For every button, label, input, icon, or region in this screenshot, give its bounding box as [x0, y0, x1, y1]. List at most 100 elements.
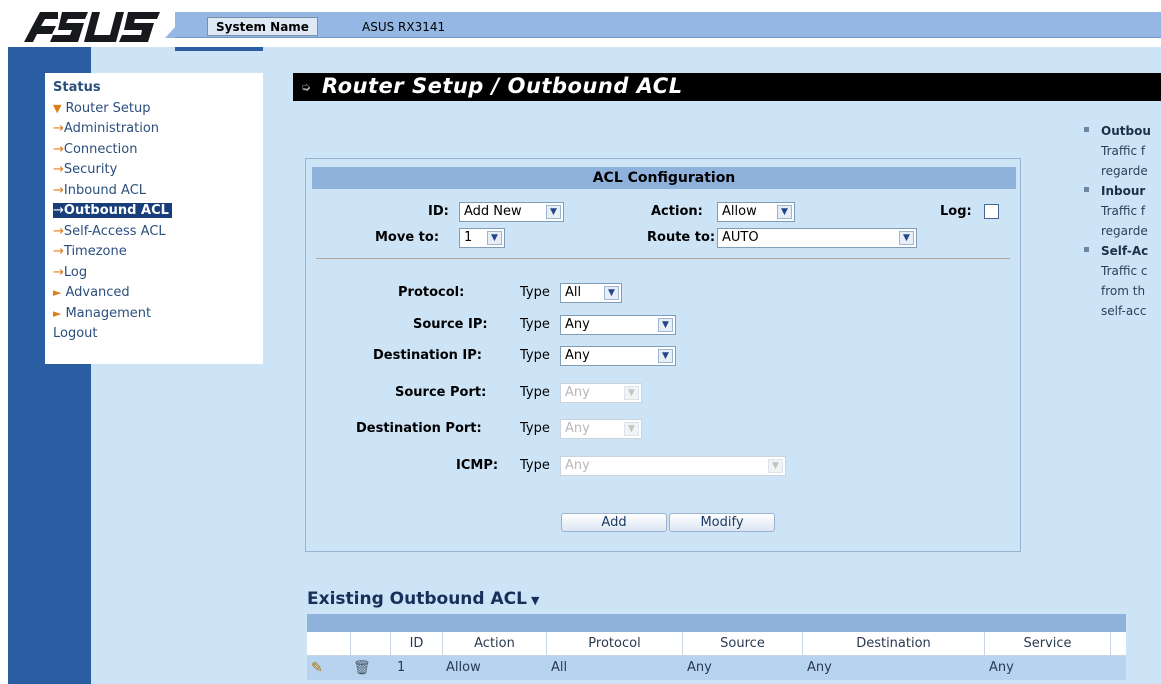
row-id: 1 [397, 660, 406, 675]
log-checkbox[interactable] [984, 204, 999, 219]
icmp-type-word: Type [520, 458, 550, 473]
page-title: Router Setup / Outbound ACL [322, 74, 683, 98]
arrow-right-icon: → [53, 244, 64, 259]
protocol-select[interactable]: All ▼ [560, 283, 622, 303]
id-select[interactable]: Add New ▼ [459, 202, 564, 222]
col-source: Source [683, 632, 803, 656]
sidebar-item-timezone[interactable]: →Timezone [45, 242, 263, 263]
top-bar: System Name ASUS RX3141 [0, 0, 1161, 47]
chevron-down-icon: ▼ [487, 231, 502, 245]
chevron-down-icon: ▼ [768, 459, 783, 473]
source-ip-select[interactable]: Any ▼ [560, 315, 676, 335]
action-label: Action: [651, 204, 703, 219]
square-bullet-icon [1084, 247, 1089, 252]
sidebar-item-administration[interactable]: →Administration [45, 119, 263, 140]
protocol-label: Protocol: [398, 285, 465, 300]
divider [316, 258, 1010, 259]
add-button[interactable]: Add [561, 513, 667, 532]
caret-down-icon: ▼ [530, 594, 540, 607]
triangle-right-icon: ► [53, 286, 62, 299]
sidebar-item-connection[interactable]: →Connection [45, 140, 263, 161]
chevron-down-icon: ▼ [624, 386, 639, 400]
row-destination: Any [807, 660, 832, 675]
table-header-row: ID Action Protocol Source Destination Se… [307, 632, 1126, 656]
sidebar-item-status[interactable]: Status [45, 78, 263, 99]
chevron-down-icon: ▼ [658, 349, 673, 363]
help-panel: Outbou Traffic f regarde Inbour Traffic … [1080, 121, 1161, 321]
arrow-right-icon: → [53, 121, 64, 136]
row-source: Any [687, 660, 712, 675]
col-destination: Destination [803, 632, 985, 656]
arrow-right-icon: → [53, 141, 64, 157]
sidebar-item-logout[interactable]: Logout [45, 324, 263, 345]
destination-port-select[interactable]: Any ▼ [560, 419, 642, 439]
chevron-down-icon: ▼ [604, 286, 619, 300]
sidebar-item-outbound-acl[interactable]: →Outbound ACL [45, 201, 263, 222]
page-title-bar: ➭ Router Setup / Outbound ACL [293, 73, 1161, 101]
sidebar-item-router-setup[interactable]: ▼ Router Setup [45, 99, 263, 120]
sidebar-item-security[interactable]: →Security [45, 160, 263, 181]
menu-top-line [175, 47, 263, 51]
chevron-down-icon: ▼ [658, 318, 673, 332]
source-ip-type-word: Type [520, 317, 550, 332]
acl-configuration-panel: ACL Configuration ID: Add New ▼ Action: A… [305, 158, 1021, 552]
arrow-right-icon: → [53, 264, 64, 280]
arrow-right-icon: → [53, 182, 64, 198]
sidebar-item-management[interactable]: ► Management [45, 304, 263, 325]
system-name-label: System Name [207, 17, 318, 36]
destination-port-label: Destination Port: [356, 421, 482, 436]
log-label: Log: [940, 204, 972, 219]
sidebar-item-self-access-acl[interactable]: →Self-Access ACL [45, 222, 263, 243]
destination-ip-type-word: Type [520, 348, 550, 363]
existing-acl-title[interactable]: Existing Outbound ACL ▼ [307, 589, 539, 609]
icmp-label: ICMP: [456, 458, 499, 473]
source-port-type-word: Type [520, 385, 550, 400]
left-border [0, 0, 8, 684]
row-action: Allow [446, 660, 481, 675]
col-delete [351, 632, 391, 656]
destination-ip-select[interactable]: Any ▼ [560, 346, 676, 366]
arrow-right-icon: → [53, 162, 64, 177]
id-label: ID: [428, 204, 449, 219]
source-port-label: Source Port: [395, 385, 487, 400]
acl-configuration-heading: ACL Configuration [312, 167, 1016, 189]
chevron-down-icon: ▼ [899, 231, 914, 245]
help-item-inbound: Inbour Traffic f regarde [1080, 181, 1161, 241]
system-name-value: ASUS RX3141 [362, 20, 446, 34]
asus-logo [24, 12, 160, 42]
triangle-right-icon: ► [53, 306, 62, 320]
pencil-icon[interactable]: ✎ [311, 656, 341, 680]
destination-port-type-word: Type [520, 421, 550, 436]
source-port-select[interactable]: Any ▼ [560, 383, 642, 403]
existing-acl-table: ID Action Protocol Source Destination Se… [307, 632, 1126, 680]
col-service: Service [985, 632, 1111, 656]
col-action: Action [443, 632, 547, 656]
move-to-select[interactable]: 1 ▼ [459, 228, 505, 248]
table-row: ✎ 🗑 1 Allow All Any Any Any [307, 656, 1126, 680]
arrow-right-icon: → [53, 203, 64, 218]
trash-icon[interactable]: 🗑 [353, 656, 383, 680]
triangle-right-icon: ▼ [53, 101, 62, 115]
route-to-select[interactable]: AUTO ▼ [717, 228, 917, 248]
help-item-self-access: Self-Ac Traffic c from th self-acc [1080, 241, 1161, 321]
square-bullet-icon [1084, 127, 1089, 132]
protocol-type-word: Type [520, 285, 550, 300]
modify-button[interactable]: Modify [669, 513, 775, 532]
sidebar-item-log[interactable]: →Log [45, 263, 263, 284]
route-to-label: Route to: [647, 230, 716, 245]
sidebar-item-advanced[interactable]: ► Advanced [45, 283, 263, 304]
move-to-label: Move to: [375, 230, 440, 245]
action-select[interactable]: Allow ▼ [717, 202, 795, 222]
sidebar-menu: Status ▼ Router Setup →Administration →Co… [45, 73, 263, 364]
col-edit [307, 632, 351, 656]
arrow-right-icon: → [53, 223, 64, 239]
chevron-down-icon: ▼ [546, 205, 561, 219]
row-protocol: All [551, 660, 568, 675]
chevron-down-icon: ▼ [624, 422, 639, 436]
icmp-select[interactable]: Any ▼ [560, 456, 786, 476]
header-bar [175, 12, 1161, 38]
destination-ip-label: Destination IP: [373, 348, 482, 363]
sidebar-item-inbound-acl[interactable]: →Inbound ACL [45, 181, 263, 202]
col-id: ID [391, 632, 443, 656]
arrow-bullet-icon: ➭ [301, 80, 312, 94]
